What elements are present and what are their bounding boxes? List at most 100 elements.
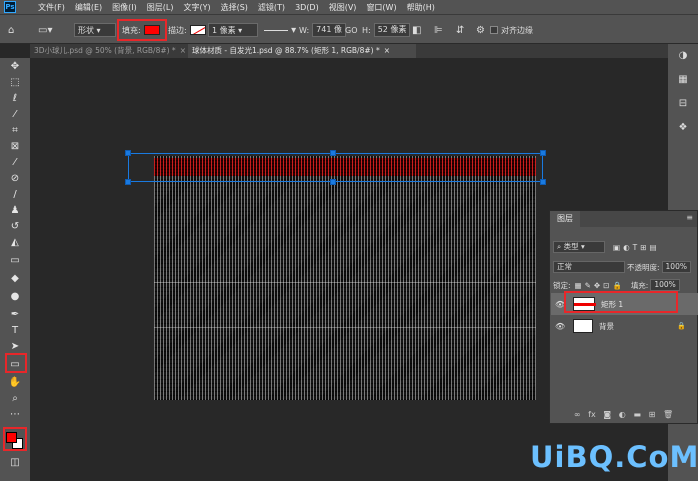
transform-handle[interactable] xyxy=(540,150,546,156)
quick-mask-icon[interactable]: ◫ xyxy=(7,456,23,470)
dodge-tool-icon[interactable]: ● xyxy=(7,290,23,304)
gear-icon[interactable]: ⚙ xyxy=(476,22,485,38)
link-layers-icon[interactable]: ∞ xyxy=(574,410,581,419)
adjustments-panel-icon[interactable]: ⊟ xyxy=(677,98,689,110)
layers-panel: 图层 ≡ ⌕ 类型 ▾ ▣◐T⊞▤ 正常 不透明度: 100% 锁定: ▦✎✥⊡… xyxy=(549,210,698,424)
menu-layer[interactable]: 图层(L) xyxy=(147,2,174,13)
transform-handle[interactable] xyxy=(540,179,546,185)
menu-file[interactable]: 文件(F) xyxy=(38,2,65,13)
adjustment-layer-icon[interactable]: ◐ xyxy=(619,410,626,419)
lock-icons[interactable]: ▦✎✥⊡🔒 xyxy=(575,281,625,290)
height-control[interactable]: H: 52 像素 xyxy=(362,22,411,38)
transform-bounding-box[interactable] xyxy=(125,150,546,185)
transform-handle[interactable] xyxy=(125,150,131,156)
swatches-panel-icon[interactable]: ▦ xyxy=(677,74,689,86)
stroke-type-select[interactable]: ▾ xyxy=(264,22,296,38)
gradient-tool-icon[interactable]: ▭ xyxy=(7,254,23,268)
history-brush-tool-icon[interactable]: ↺ xyxy=(7,220,23,234)
stroke-color-swatch[interactable] xyxy=(189,25,206,35)
group-icon[interactable]: ▬ xyxy=(633,410,641,419)
transform-handle[interactable] xyxy=(330,179,336,185)
eyedropper-tool-icon[interactable]: ⁄ xyxy=(7,156,23,170)
fx-icon[interactable]: fx xyxy=(588,410,596,419)
stroke-control[interactable]: 描边: xyxy=(168,22,206,38)
color-swatch-highlight-box xyxy=(3,427,27,451)
rectangle-tool-highlight-box xyxy=(5,353,27,373)
fill-input[interactable]: 100% xyxy=(650,279,680,291)
align-edges-control[interactable]: 对齐边缘 xyxy=(490,22,533,38)
width-control[interactable]: W: 741 像 xyxy=(299,22,346,38)
layer-filter-icons[interactable]: ▣◐T⊞▤ xyxy=(613,243,660,252)
add-mask-icon[interactable]: ◙ xyxy=(603,410,611,419)
fill-label: 填充: xyxy=(630,280,649,290)
eraser-tool-icon[interactable]: ◭ xyxy=(7,236,23,250)
marquee-tool-icon[interactable]: ⬚ xyxy=(7,76,23,90)
path-arrangement-icon[interactable]: ⇵ xyxy=(456,22,464,38)
frame-tool-icon[interactable]: ⊠ xyxy=(7,140,23,154)
align-edges-checkbox[interactable] xyxy=(490,26,498,34)
width-label: W: xyxy=(299,25,310,35)
stamp-tool-icon[interactable]: ♟ xyxy=(7,204,23,218)
path-selection-tool-icon[interactable]: ➤ xyxy=(7,340,23,354)
canvas-line xyxy=(154,282,536,283)
height-input[interactable]: 52 像素 xyxy=(373,23,411,37)
lasso-tool-icon[interactable]: ℓ xyxy=(7,92,23,106)
eye-icon[interactable]: 👁 xyxy=(555,322,567,331)
new-layer-icon[interactable]: ⊞ xyxy=(649,410,656,419)
layer-filter-select[interactable]: ⌕ 类型 ▾ xyxy=(553,241,605,253)
crop-tool-icon[interactable]: ⌗ xyxy=(7,124,23,138)
layer-row-background[interactable]: 👁 背景 🔒 xyxy=(551,315,698,337)
document-canvas[interactable] xyxy=(154,156,536,400)
path-operations-icon[interactable]: ◧ xyxy=(412,22,421,38)
hand-tool-icon[interactable]: ✋ xyxy=(7,376,23,390)
align-edges-label: 对齐边缘 xyxy=(501,25,533,35)
libraries-panel-icon[interactable]: ❖ xyxy=(677,122,689,134)
height-label: H: xyxy=(362,25,371,35)
tab-layers[interactable]: 图层 xyxy=(550,211,580,227)
blur-tool-icon[interactable]: ◆ xyxy=(7,272,23,286)
tab-3d-ball[interactable]: 3D小球儿.psd @ 50% (背景, RGB/8#) * × xyxy=(30,44,186,58)
transform-handle[interactable] xyxy=(125,179,131,185)
opacity-label: 不透明度: xyxy=(627,262,660,272)
brush-tool-icon[interactable]: / xyxy=(7,188,23,202)
close-icon[interactable]: × xyxy=(384,46,390,55)
type-tool-icon[interactable]: T xyxy=(7,324,23,338)
healing-brush-tool-icon[interactable]: ⊘ xyxy=(7,172,23,186)
layer-thumbnail xyxy=(573,319,593,333)
zoom-tool-icon[interactable]: ⌕ xyxy=(7,392,23,406)
more-tools-icon[interactable]: ⋯ xyxy=(7,408,23,422)
stroke-size-select[interactable]: 1 像素 ▾ xyxy=(208,23,258,37)
menu-view[interactable]: 视图(V) xyxy=(329,2,357,13)
tools-panel: ✥ ⬚ ℓ ⁄ ⌗ ⊠ ⁄ ⊘ / ♟ ↺ ◭ ▭ ◆ ● ✒ T ➤ ▭ ✋ … xyxy=(0,58,30,481)
menu-type[interactable]: 文字(Y) xyxy=(183,2,210,13)
pen-tool-icon[interactable]: ✒ xyxy=(7,308,23,322)
blend-mode-select[interactable]: 正常 xyxy=(553,261,625,273)
menu-image[interactable]: 图像(I) xyxy=(112,2,137,13)
panel-menu-icon[interactable]: ≡ xyxy=(686,213,693,222)
width-input[interactable]: 741 像 xyxy=(312,23,346,37)
layer-name[interactable]: 背景 xyxy=(599,321,614,332)
lock-icon: 🔒 xyxy=(677,322,686,330)
stroke-label: 描边: xyxy=(168,25,187,35)
menu-filter[interactable]: 滤镜(T) xyxy=(258,2,285,13)
menu-window[interactable]: 窗口(W) xyxy=(366,2,396,13)
layer-highlight-box xyxy=(564,291,678,313)
mode-select[interactable]: 形状 ▾ xyxy=(74,23,116,37)
transform-handle[interactable] xyxy=(330,150,336,156)
home-icon[interactable]: ⌂ xyxy=(8,22,14,38)
menu-edit[interactable]: 编辑(E) xyxy=(75,2,102,13)
menu-select[interactable]: 选择(S) xyxy=(221,2,248,13)
magic-wand-tool-icon[interactable]: ⁄ xyxy=(7,108,23,122)
opacity-input[interactable]: 100% xyxy=(661,261,691,273)
link-dimensions-icon[interactable]: GO xyxy=(345,22,358,38)
color-panel-icon[interactable]: ◑ xyxy=(677,50,689,62)
menu-help[interactable]: 帮助(H) xyxy=(407,2,435,13)
close-icon[interactable]: × xyxy=(180,46,186,55)
tab-sphere-material[interactable]: 球体材质 - 自发光1.psd @ 88.7% (矩形 1, RGB/8#) *… xyxy=(188,44,416,58)
menu-3d[interactable]: 3D(D) xyxy=(295,3,319,12)
rectangle-tool-preset-icon[interactable]: ▭▾ xyxy=(38,22,52,38)
delete-layer-icon[interactable]: 🗑 xyxy=(663,410,673,419)
photoshop-logo: Ps xyxy=(4,1,16,13)
path-alignment-icon[interactable]: ⊫ xyxy=(434,22,443,38)
move-tool-icon[interactable]: ✥ xyxy=(7,60,23,74)
